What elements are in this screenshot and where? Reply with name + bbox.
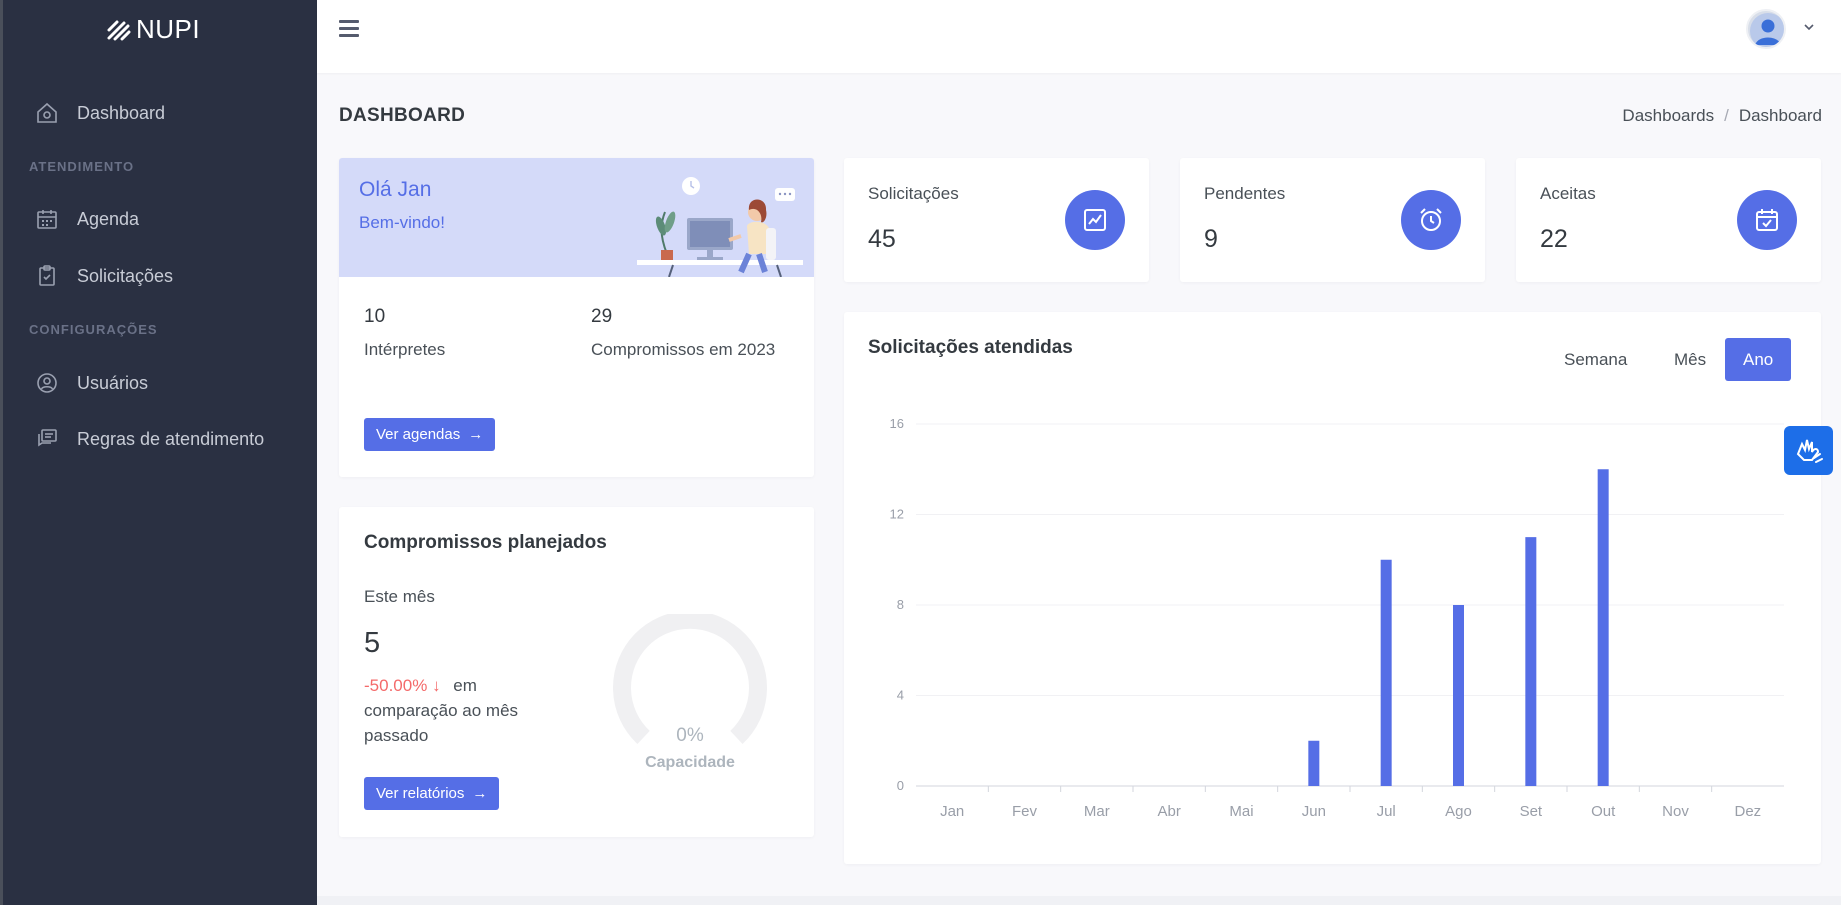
stat-label: Pendentes bbox=[1204, 184, 1286, 203]
stat-value: 9 bbox=[1204, 225, 1218, 253]
sidebar-section-configuracoes: CONFIGURAÇÕES bbox=[29, 322, 158, 337]
x-tick-label: Jan bbox=[940, 803, 964, 820]
bar bbox=[1597, 469, 1609, 786]
brand-name: NUPI bbox=[136, 14, 201, 44]
clipboard-check-icon bbox=[39, 265, 55, 286]
x-tick-label: Ago bbox=[1445, 803, 1472, 820]
appointments-label: Compromissos em 2023 bbox=[591, 340, 776, 359]
x-tick-label: Dez bbox=[1734, 803, 1761, 820]
gauge-value: 0% bbox=[676, 725, 704, 746]
sign-language-icon bbox=[1796, 439, 1823, 463]
y-tick-label: 4 bbox=[897, 688, 904, 703]
x-tick-label: Mai bbox=[1229, 803, 1253, 820]
x-tick-label: Jun bbox=[1302, 803, 1326, 820]
sidebar-item-dashboard[interactable]: Dashboard bbox=[35, 101, 165, 125]
user-avatar[interactable] bbox=[1746, 9, 1786, 49]
breadcrumb-item-current: Dashboard bbox=[1738, 106, 1822, 125]
chevron-down-icon[interactable] bbox=[1803, 22, 1815, 32]
calendar-check-icon bbox=[1737, 190, 1797, 250]
breadcrumb: Dashboards / Dashboard bbox=[1622, 106, 1822, 126]
sidebar-item-usuarios[interactable]: Usuários bbox=[35, 371, 148, 395]
bar bbox=[1525, 537, 1537, 786]
bar bbox=[1380, 559, 1392, 786]
stat-label: Solicitações bbox=[868, 184, 959, 203]
stat-value: 22 bbox=[1540, 225, 1568, 253]
brand-logo[interactable]: NUPI bbox=[106, 14, 200, 45]
chart-card: Solicitações atendidas Semana Mês Ano 04… bbox=[844, 312, 1821, 864]
logo-icon bbox=[107, 20, 131, 40]
x-tick-label: Set bbox=[1520, 803, 1543, 820]
breadcrumb-item[interactable]: Dashboards bbox=[1622, 106, 1714, 126]
sidebar-item-label: Usuários bbox=[77, 372, 149, 393]
arrow-down-icon: ↓ bbox=[432, 676, 441, 695]
sidebar-item-solicitacoes[interactable]: Solicitações bbox=[35, 264, 173, 288]
sidebar-item-agenda[interactable]: Agenda bbox=[35, 207, 139, 231]
accessibility-button[interactable] bbox=[1784, 426, 1833, 475]
planned-value: 5 bbox=[364, 627, 381, 659]
planned-change-text: -50.00% ↓ em comparação ao mês passado bbox=[364, 673, 564, 748]
y-tick-label: 12 bbox=[890, 507, 904, 522]
y-tick-label: 8 bbox=[897, 597, 904, 612]
workspace-illustration bbox=[637, 177, 803, 277]
welcome-banner: Olá Jan Bem-vindo! bbox=[339, 158, 814, 277]
alarm-clock-icon bbox=[1401, 190, 1461, 250]
planned-card: Compromissos planejados Este mês 5 -50.0… bbox=[339, 507, 814, 837]
x-tick-label: Jul bbox=[1377, 803, 1396, 820]
arrow-right-icon: → bbox=[468, 426, 484, 443]
y-tick-label: 16 bbox=[890, 416, 904, 431]
chart-line-icon bbox=[1065, 190, 1125, 250]
sidebar-item-regras[interactable]: Regras de atendimento bbox=[35, 427, 264, 451]
chat-icon bbox=[38, 429, 57, 447]
button-label: Ver agendas bbox=[376, 426, 461, 443]
home-icon bbox=[37, 102, 57, 123]
arrow-right-icon: → bbox=[472, 785, 488, 802]
sidebar-item-label: Solicitações bbox=[77, 265, 174, 286]
user-circle-icon bbox=[37, 373, 57, 393]
bar bbox=[1308, 740, 1320, 786]
breadcrumb-separator: / bbox=[1724, 106, 1729, 125]
appointments-count: 29 bbox=[591, 306, 613, 327]
button-label: Ver relatórios bbox=[376, 785, 465, 802]
menu-toggle-icon[interactable] bbox=[339, 20, 359, 40]
y-tick-label: 0 bbox=[897, 778, 904, 793]
stat-value: 45 bbox=[868, 225, 896, 253]
welcome-subtitle: Bem-vindo! bbox=[359, 213, 445, 232]
view-reports-button[interactable]: Ver relatórios → bbox=[364, 777, 500, 810]
interpreters-count: 10 bbox=[364, 306, 386, 327]
interpreters-label: Intérpretes bbox=[364, 340, 446, 359]
sidebar: NUPI Dashboard ATENDIMENTO Agenda Solici… bbox=[0, 0, 317, 905]
view-agendas-button[interactable]: Ver agendas → bbox=[364, 418, 496, 451]
stat-label: Aceitas bbox=[1540, 184, 1596, 203]
change-percent: -50.00% bbox=[364, 676, 428, 695]
calendar-icon bbox=[37, 210, 57, 229]
planned-title: Compromissos planejados bbox=[364, 532, 607, 553]
x-tick-label: Abr bbox=[1157, 803, 1180, 820]
stat-card-solicitacoes: Solicitações 45 bbox=[844, 158, 1149, 282]
stat-card-pendentes: Pendentes 9 bbox=[1180, 158, 1485, 282]
sidebar-section-atendimento: ATENDIMENTO bbox=[29, 159, 135, 174]
gauge-label: Capacidade bbox=[645, 754, 735, 771]
stat-card-aceitas: Aceitas 22 bbox=[1516, 158, 1821, 282]
sidebar-item-label: Dashboard bbox=[77, 102, 166, 123]
requests-bar-chart: 0 4 8 12 16 Jan Fev Mar Abr Mai Jun Jul Ago Set Out Nov… bbox=[890, 416, 1784, 820]
x-tick-label: Out bbox=[1591, 803, 1616, 820]
x-tick-label: Nov bbox=[1662, 803, 1689, 820]
page-title: DASHBOARD bbox=[339, 105, 466, 126]
bar bbox=[1453, 605, 1464, 786]
welcome-greeting: Olá Jan bbox=[359, 178, 432, 201]
sidebar-item-label: Agenda bbox=[77, 208, 140, 229]
x-tick-label: Mar bbox=[1084, 803, 1110, 820]
topbar bbox=[317, 0, 1841, 73]
sidebar-item-label: Regras de atendimento bbox=[77, 428, 265, 449]
welcome-card: Olá Jan Bem-vindo! 10 Intérpretes 29 Com… bbox=[339, 158, 814, 477]
planned-period: Este mês bbox=[364, 587, 435, 606]
x-tick-label: Fev bbox=[1012, 803, 1038, 820]
footer bbox=[317, 896, 1841, 905]
user-avatar-icon bbox=[1750, 13, 1784, 47]
